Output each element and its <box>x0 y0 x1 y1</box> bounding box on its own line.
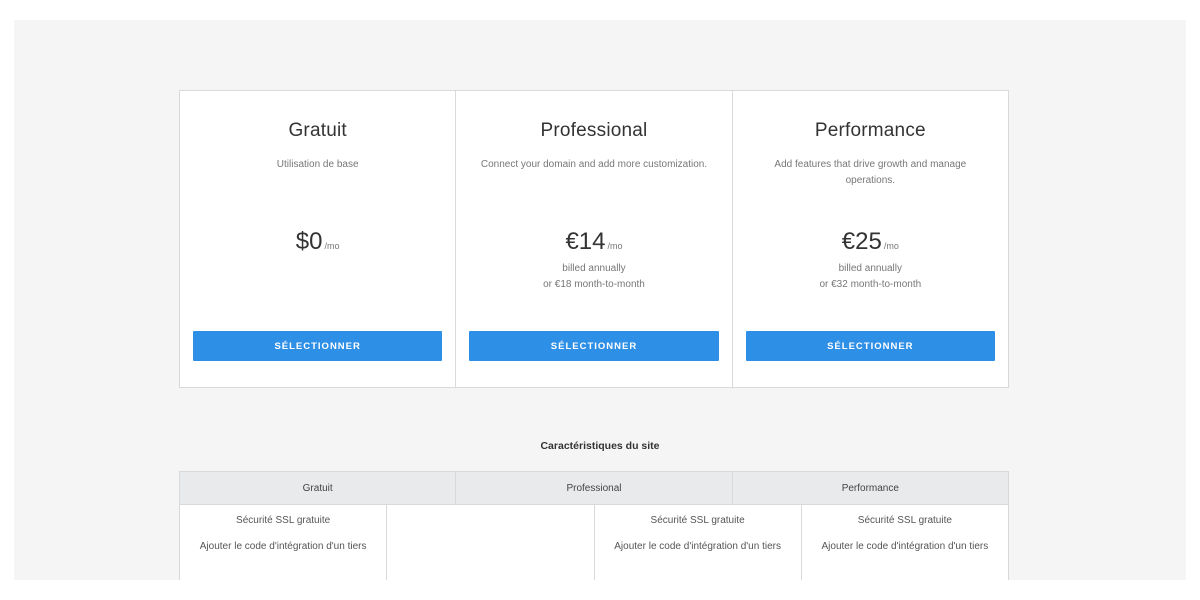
plan-card-performance: Performance Add features that drive grow… <box>733 91 1008 387</box>
billing-line: or €32 month-to-month <box>819 279 922 290</box>
features-header-performance: Performance <box>841 482 899 494</box>
price-period: /mo <box>324 241 340 251</box>
feature-item: Sécurité SSL gratuite <box>857 515 952 526</box>
pricing-page: Gratuit Utilisation de base $0/mo SÉLECT… <box>14 20 1186 580</box>
feature-item: Sécurité SSL gratuite <box>236 515 331 526</box>
features-column <box>387 505 595 580</box>
billing-info: billed annually or €32 month-to-month <box>733 261 1008 293</box>
plan-description: Connect your domain and add more customi… <box>480 159 708 170</box>
features-column: Sécurité SSL gratuite Ajouter le code d'… <box>595 505 802 580</box>
features-section-title: Caractéristiques du site <box>540 440 660 452</box>
billing-line: billed annually <box>562 263 626 274</box>
plan-name: Performance <box>814 120 926 141</box>
plan-description: Add features that drive growth and manag… <box>774 159 967 186</box>
feature-item: Ajouter le code d'intégration d'un tiers <box>199 541 367 552</box>
price-row: €25/mo <box>733 228 1008 256</box>
features-column: Sécurité SSL gratuite Ajouter le code d'… <box>180 505 388 580</box>
plan-name: Professional <box>540 120 648 141</box>
price-row: €14/mo <box>456 228 731 256</box>
feature-item: Ajouter le code d'intégration d'un tiers <box>614 541 781 552</box>
billing-line: billed annually <box>838 263 903 274</box>
features-table-body: Sécurité SSL gratuite Ajouter le code d'… <box>179 505 1009 580</box>
plan-price: €25 <box>841 228 882 255</box>
billing-line: or €18 month-to-month <box>543 279 645 290</box>
features-header-gratuit: Gratuit <box>180 472 457 504</box>
select-button-gratuit[interactable]: SÉLECTIONNER <box>193 331 443 361</box>
plan-price: €14 <box>565 228 606 255</box>
plan-cards: Gratuit Utilisation de base $0/mo SÉLECT… <box>179 90 1009 388</box>
plan-name: Gratuit <box>288 120 347 141</box>
price-period: /mo <box>883 241 899 251</box>
select-button-professional[interactable]: SÉLECTIONNER <box>469 331 719 361</box>
price-period: /mo <box>607 241 623 251</box>
features-table-header: Gratuit Professional Performance <box>179 471 1009 505</box>
plan-price: $0 <box>295 228 323 255</box>
plan-card-professional: Professional Connect your domain and add… <box>456 91 733 387</box>
features-column: Sécurité SSL gratuite Ajouter le code d'… <box>802 505 1008 580</box>
plan-description: Utilisation de base <box>276 159 359 170</box>
feature-item: Sécurité SSL gratuite <box>650 515 745 526</box>
feature-item: Ajouter le code d'intégration d'un tiers <box>821 541 989 552</box>
features-header-professional: Professional <box>456 472 733 504</box>
billing-info: billed annually or €18 month-to-month <box>456 261 731 293</box>
select-button-performance[interactable]: SÉLECTIONNER <box>745 331 995 361</box>
price-row: $0/mo <box>180 228 455 256</box>
plan-card-gratuit: Gratuit Utilisation de base $0/mo SÉLECT… <box>180 91 457 387</box>
